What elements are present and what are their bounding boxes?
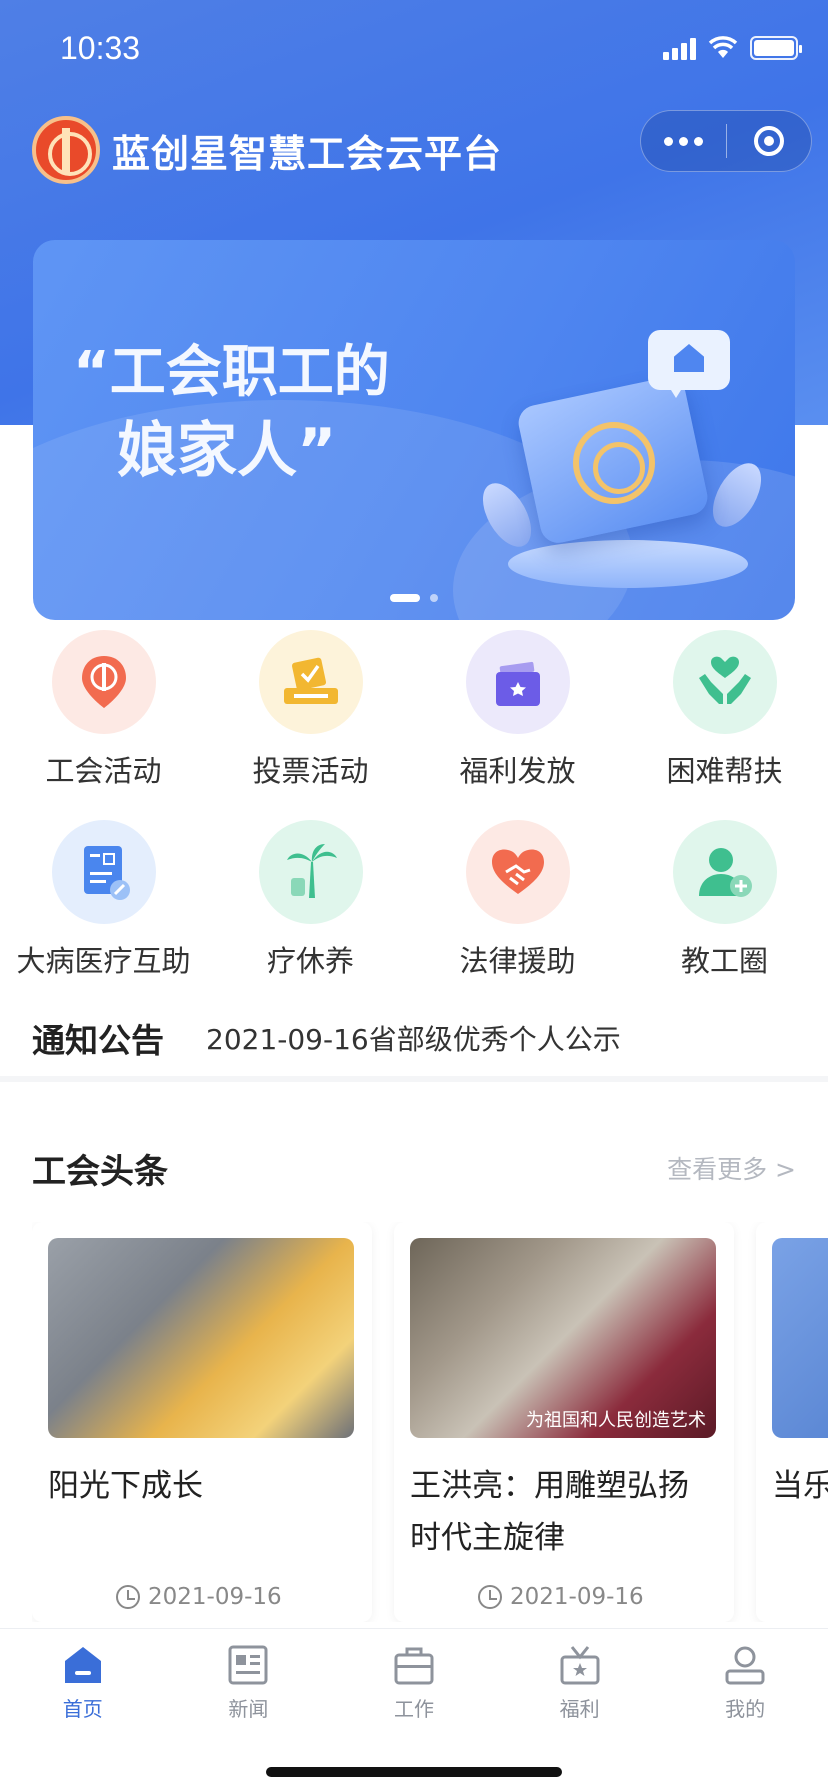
pedestal-shape bbox=[508, 540, 748, 588]
union-badge-icon bbox=[51, 630, 156, 734]
view-more-link[interactable]: 查看更多 > bbox=[667, 1150, 796, 1186]
medical-form-icon bbox=[51, 820, 156, 924]
palm-tree-icon bbox=[258, 820, 363, 924]
welfare-gift-icon bbox=[560, 1646, 600, 1685]
banner-slogan: “工会职工的 娘家人” bbox=[73, 335, 390, 491]
home-icon bbox=[64, 1647, 101, 1683]
app-title: 蓝创星智慧工会云平台 bbox=[112, 131, 503, 176]
feature-voting[interactable]: 投票活动 bbox=[207, 630, 414, 820]
feature-label: 工会活动 bbox=[45, 754, 162, 788]
more-options-button[interactable] bbox=[641, 110, 726, 172]
user-add-icon bbox=[672, 820, 777, 924]
carousel-dot[interactable] bbox=[430, 594, 438, 602]
home-indicator bbox=[266, 1767, 562, 1777]
battery-icon bbox=[750, 36, 802, 60]
clock-icon bbox=[116, 1585, 140, 1609]
feature-grid: 工会活动 投票活动 福利发放 困难帮扶 大病医疗互助 疗休养 法律援助 教工圈 bbox=[0, 630, 828, 1010]
tab-label: 新闻 bbox=[228, 1697, 269, 1721]
feature-row: 大病医疗互助 疗休养 法律援助 教工圈 bbox=[0, 820, 828, 1010]
signal-icon bbox=[663, 36, 696, 60]
news-image bbox=[772, 1238, 828, 1438]
feature-union-activity[interactable]: 工会活动 bbox=[0, 630, 207, 820]
gift-bag-icon bbox=[465, 630, 570, 734]
status-icons bbox=[663, 36, 802, 60]
tab-work[interactable]: 工作 bbox=[331, 1629, 497, 1739]
feature-label: 教工圈 bbox=[680, 944, 768, 978]
news-card[interactable]: 阳光下成长 2021-09-16 bbox=[32, 1222, 372, 1622]
bottom-tab-bar: 首页 新闻 工作 福利 我的 bbox=[0, 1628, 828, 1792]
slogan-line-2: 娘家人” bbox=[117, 416, 337, 486]
tab-home[interactable]: 首页 bbox=[0, 1629, 166, 1739]
briefcase-icon bbox=[394, 1647, 434, 1685]
miniprogram-capsule bbox=[640, 110, 812, 172]
news-date: 2021-09-16 bbox=[116, 1584, 282, 1610]
news-date: 2021-09-16 bbox=[478, 1584, 644, 1610]
feature-legal-aid[interactable]: 法律援助 bbox=[414, 820, 621, 1010]
chat-bubble-icon bbox=[648, 330, 730, 398]
handshake-heart-icon bbox=[465, 820, 570, 924]
feature-label: 困难帮扶 bbox=[666, 754, 783, 788]
tab-welfare[interactable]: 福利 bbox=[497, 1629, 663, 1739]
news-card[interactable]: 为祖国和人民创造艺术 王洪亮：用雕塑弘扬时代主旋律 2021-09-16 bbox=[394, 1222, 734, 1622]
target-icon bbox=[753, 126, 784, 156]
feature-row: 工会活动 投票活动 福利发放 困难帮扶 bbox=[0, 630, 828, 820]
feature-hardship-aid[interactable]: 困难帮扶 bbox=[621, 630, 828, 820]
feature-recuperation[interactable]: 疗休养 bbox=[207, 820, 414, 1010]
union-emblem-icon bbox=[573, 422, 655, 504]
app-header: 蓝创星智慧工会云平台 bbox=[32, 115, 502, 185]
feature-staff-circle[interactable]: 教工圈 bbox=[621, 820, 828, 1010]
tab-label: 我的 bbox=[725, 1697, 766, 1721]
close-miniprogram-button[interactable] bbox=[727, 110, 812, 172]
ballot-box-icon bbox=[258, 630, 363, 734]
carousel-dot-active[interactable] bbox=[390, 594, 420, 602]
profile-icon bbox=[725, 1646, 765, 1685]
news-title: 阳光下成长 bbox=[48, 1468, 203, 1504]
tab-news[interactable]: 新闻 bbox=[166, 1629, 332, 1739]
hands-heart-icon bbox=[672, 630, 777, 734]
feature-label: 法律援助 bbox=[459, 944, 576, 978]
news-section-header: 工会头条 查看更多 > bbox=[0, 1140, 828, 1192]
slogan-line-1: “工会职工的 bbox=[73, 340, 390, 405]
tab-label: 福利 bbox=[559, 1697, 600, 1721]
news-image bbox=[48, 1238, 354, 1438]
news-image: 为祖国和人民创造艺术 bbox=[410, 1238, 716, 1438]
status-time: 10:33 bbox=[60, 30, 141, 66]
news-section-title: 工会头条 bbox=[32, 1152, 168, 1192]
image-caption: 为祖国和人民创造艺术 bbox=[526, 1410, 706, 1431]
wifi-icon bbox=[708, 36, 738, 58]
feature-label: 福利发放 bbox=[459, 754, 576, 788]
news-card-list: 阳光下成长 2021-09-16 为祖国和人民创造艺术 王洪亮：用雕塑弘扬时代主… bbox=[32, 1222, 828, 1622]
feature-label: 疗休养 bbox=[266, 944, 354, 978]
news-title: 当乐 bbox=[772, 1468, 828, 1504]
notice-title: 通知公告 bbox=[32, 1021, 164, 1060]
banner-illustration bbox=[473, 310, 771, 610]
union-logo-icon bbox=[32, 116, 100, 184]
tab-profile[interactable]: 我的 bbox=[662, 1629, 828, 1739]
news-icon bbox=[228, 1645, 268, 1685]
news-card[interactable]: 当乐 bbox=[756, 1222, 828, 1622]
news-title: 王洪亮：用雕塑弘扬时代主旋律 bbox=[410, 1468, 689, 1556]
feature-medical-mutual-aid[interactable]: 大病医疗互助 bbox=[0, 820, 207, 1010]
tab-label: 首页 bbox=[62, 1697, 103, 1721]
feature-label: 投票活动 bbox=[252, 754, 369, 788]
status-bar: 10:33 bbox=[0, 0, 828, 100]
feature-label: 大病医疗互助 bbox=[16, 944, 191, 978]
carousel-indicators bbox=[33, 594, 795, 602]
feature-welfare[interactable]: 福利发放 bbox=[414, 630, 621, 820]
notice-bar[interactable]: 通知公告 2021-09-16省部级优秀个人公示 bbox=[0, 1000, 828, 1082]
tab-label: 工作 bbox=[393, 1697, 434, 1721]
clock-icon bbox=[478, 1585, 502, 1609]
banner-carousel[interactable]: “工会职工的 娘家人” bbox=[33, 240, 795, 620]
notice-text[interactable]: 2021-09-16省部级优秀个人公示 bbox=[206, 1018, 621, 1058]
house-icon bbox=[674, 344, 704, 372]
